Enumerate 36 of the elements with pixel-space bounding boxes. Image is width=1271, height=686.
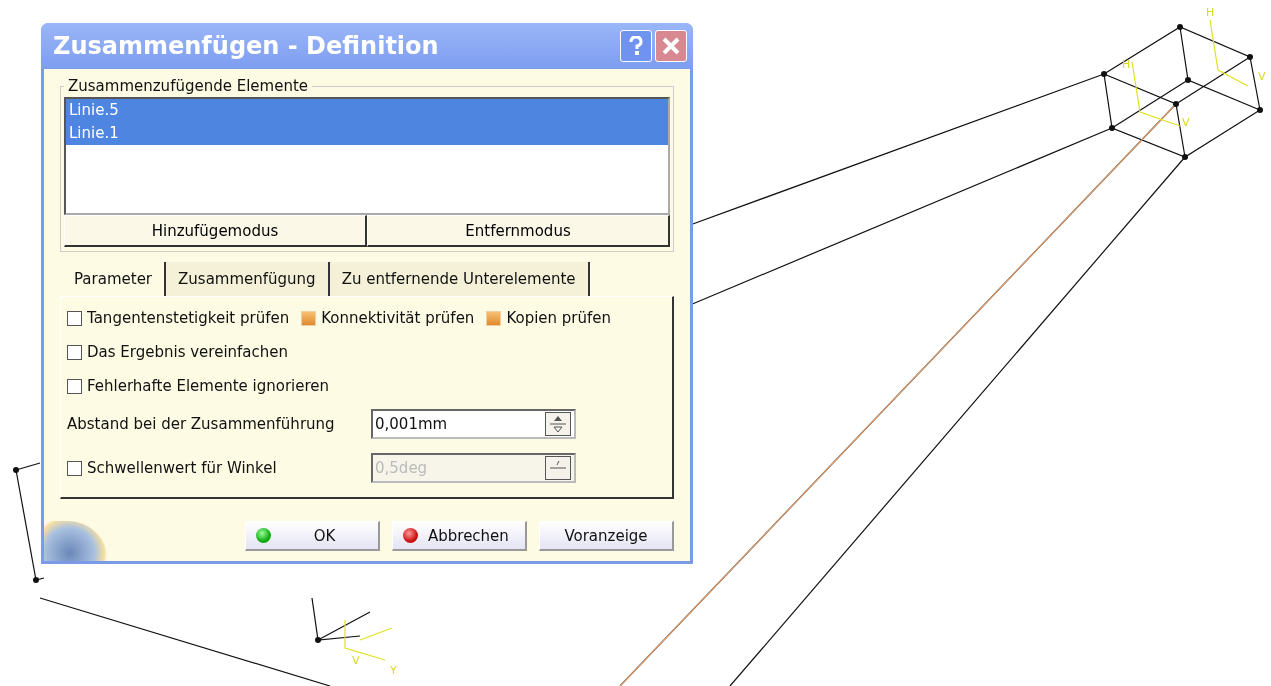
axis-label: V — [1258, 70, 1266, 83]
list-item[interactable]: Linie.5 — [66, 99, 668, 122]
group-label: Zusammenzufügende Elemente — [67, 77, 310, 95]
axis-label: V — [1182, 116, 1190, 129]
tab[interactable]: Zusammenfügung — [166, 262, 330, 296]
dialog-button[interactable]: Voranzeige — [539, 521, 674, 551]
checkbox[interactable] — [67, 378, 82, 394]
axis-label: H — [1122, 58, 1131, 71]
checkbox-label: Fehlerhafte Elemente ignorieren — [87, 377, 330, 395]
window-title: Zusammenfügen - Definition — [53, 32, 440, 60]
logo-icon — [44, 521, 108, 561]
status-dot-icon — [403, 528, 418, 543]
checkbox-label: Schwellenwert für Winkel — [87, 459, 277, 477]
spin-field[interactable]: 0,001mm — [371, 409, 576, 439]
axis-label: H — [1206, 6, 1215, 19]
axis-label: V — [352, 654, 360, 667]
checkbox[interactable] — [67, 344, 82, 360]
status-dot-icon — [256, 528, 271, 543]
dialog-button[interactable]: Abbrechen — [392, 521, 527, 551]
checkbox-label: Tangentenstetigkeit prüfen — [87, 309, 290, 327]
checkbox[interactable] — [67, 310, 82, 326]
element-list[interactable]: Linie.5 Linie.1 — [64, 97, 670, 215]
close-icon — [662, 37, 680, 55]
axis-label: Y — [390, 664, 397, 677]
dialog-button[interactable]: OK — [245, 521, 380, 551]
mode-button[interactable]: Hinzufügemodus — [64, 215, 367, 247]
checkbox-label: Kopien prüfen — [506, 309, 612, 327]
tab[interactable]: Zu entfernende Unterelemente — [329, 262, 590, 296]
close-button[interactable] — [655, 30, 687, 62]
checkbox-label: Das Ergebnis vereinfachen — [87, 343, 289, 361]
question-mark-icon — [629, 36, 643, 56]
checkbox-label: Konnektivität prüfen — [321, 309, 475, 327]
field-label: Abstand bei der Zusammenführung — [67, 415, 335, 433]
list-item[interactable]: Linie.1 — [66, 122, 668, 145]
help-button[interactable] — [620, 30, 652, 62]
mode-button[interactable]: Entfernmodus — [367, 215, 670, 247]
